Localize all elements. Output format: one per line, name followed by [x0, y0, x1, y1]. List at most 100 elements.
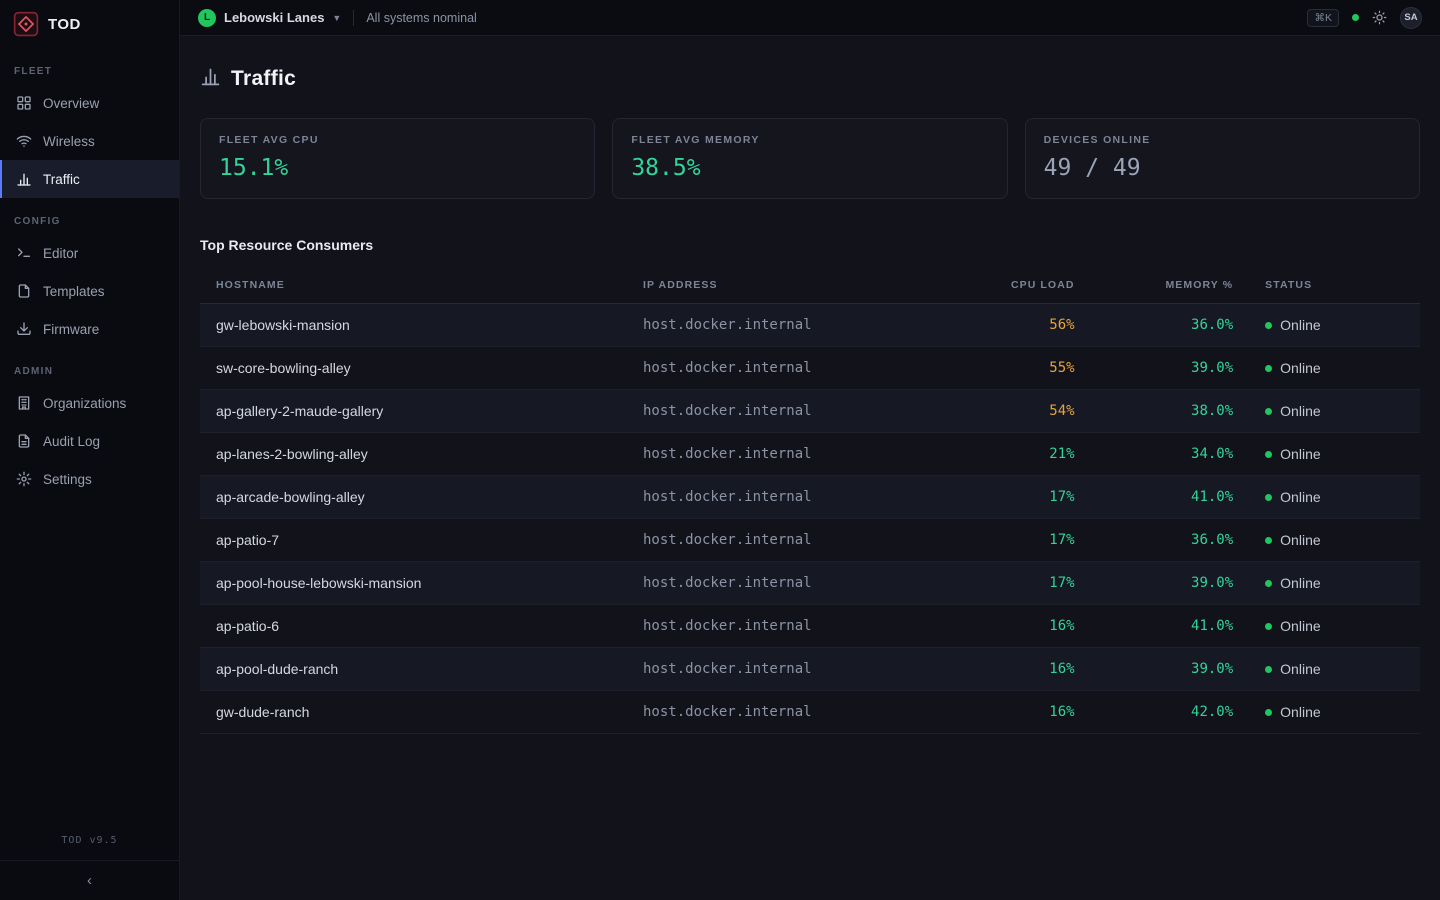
- sidebar-section-label: CONFIG: [0, 198, 179, 234]
- ip-cell: host.docker.internal: [627, 304, 944, 347]
- health-dot-icon: [1352, 14, 1359, 21]
- sidebar-item-settings[interactable]: Settings: [0, 460, 179, 498]
- bar-chart-icon: [200, 66, 221, 92]
- app-title: TOD: [48, 16, 81, 33]
- sidebar: TOD FLEETOverviewWirelessTrafficCONFIGEd…: [0, 0, 180, 900]
- status-label: Online: [1280, 704, 1320, 720]
- sidebar-item-organizations[interactable]: Organizations: [0, 384, 179, 422]
- hostname-cell: sw-core-bowling-alley: [200, 347, 627, 390]
- sidebar-item-editor[interactable]: Editor: [0, 234, 179, 272]
- cpu-cell: 17%: [944, 476, 1090, 519]
- sidebar-item-overview[interactable]: Overview: [0, 84, 179, 122]
- cpu-cell: 54%: [944, 390, 1090, 433]
- stat-label: FLEET AVG CPU: [219, 134, 576, 146]
- memory-cell: 39.0%: [1091, 648, 1250, 691]
- col-hostname: HOSTNAME: [200, 267, 627, 304]
- hostname-cell: ap-lanes-2-bowling-alley: [200, 433, 627, 476]
- ip-cell: host.docker.internal: [627, 519, 944, 562]
- status-cell: Online: [1249, 433, 1420, 476]
- sidebar-item-label: Wireless: [43, 134, 95, 149]
- top-bar: L Lebowski Lanes ▼ All systems nominal ⌘…: [180, 0, 1440, 36]
- ip-cell: host.docker.internal: [627, 691, 944, 734]
- table-row[interactable]: ap-pool-dude-ranchhost.docker.internal16…: [200, 648, 1420, 691]
- status-cell: Online: [1249, 304, 1420, 347]
- table-row[interactable]: ap-patio-6host.docker.internal16%41.0%On…: [200, 605, 1420, 648]
- stat-value: 38.5%: [631, 155, 988, 181]
- status-cell: Online: [1249, 691, 1420, 734]
- hostname-cell: gw-dude-ranch: [200, 691, 627, 734]
- ip-cell: host.docker.internal: [627, 605, 944, 648]
- memory-cell: 38.0%: [1091, 390, 1250, 433]
- sidebar-collapse-button[interactable]: ‹: [0, 860, 179, 900]
- col-ip: IP ADDRESS: [627, 267, 944, 304]
- memory-cell: 39.0%: [1091, 347, 1250, 390]
- org-avatar: L: [198, 9, 216, 27]
- chart-icon: [16, 171, 32, 187]
- tod-logo-icon: [13, 11, 39, 37]
- org-switcher[interactable]: L Lebowski Lanes ▼: [198, 9, 341, 27]
- user-avatar[interactable]: SA: [1400, 7, 1422, 29]
- table-title: Top Resource Consumers: [200, 237, 1420, 253]
- memory-cell: 36.0%: [1091, 519, 1250, 562]
- sidebar-item-traffic[interactable]: Traffic: [0, 160, 179, 198]
- table-row[interactable]: ap-arcade-bowling-alleyhost.docker.inter…: [200, 476, 1420, 519]
- status-cell: Online: [1249, 476, 1420, 519]
- memory-cell: 41.0%: [1091, 476, 1250, 519]
- stat-value: 15.1%: [219, 155, 576, 181]
- memory-cell: 41.0%: [1091, 605, 1250, 648]
- wifi-icon: [16, 133, 32, 149]
- col-cpu: CPU LOAD: [944, 267, 1090, 304]
- cpu-cell: 56%: [944, 304, 1090, 347]
- sidebar-item-templates[interactable]: Templates: [0, 272, 179, 310]
- top-consumers-table: HOSTNAME IP ADDRESS CPU LOAD MEMORY % ST…: [200, 267, 1420, 734]
- file-icon: [16, 283, 32, 299]
- file-text-icon: [16, 433, 32, 449]
- memory-cell: 39.0%: [1091, 562, 1250, 605]
- table-row[interactable]: gw-lebowski-mansionhost.docker.internal5…: [200, 304, 1420, 347]
- online-dot-icon: [1265, 666, 1272, 673]
- status-cell: Online: [1249, 648, 1420, 691]
- page-title: Traffic: [231, 67, 296, 91]
- online-dot-icon: [1265, 580, 1272, 587]
- sidebar-item-label: Traffic: [43, 172, 80, 187]
- online-dot-icon: [1265, 623, 1272, 630]
- ip-cell: host.docker.internal: [627, 390, 944, 433]
- table-row[interactable]: sw-core-bowling-alleyhost.docker.interna…: [200, 347, 1420, 390]
- sidebar-item-firmware[interactable]: Firmware: [0, 310, 179, 348]
- status-label: Online: [1280, 618, 1320, 634]
- hostname-cell: gw-lebowski-mansion: [200, 304, 627, 347]
- table-row[interactable]: ap-gallery-2-maude-galleryhost.docker.in…: [200, 390, 1420, 433]
- app-version: TOD v9.5: [0, 825, 179, 860]
- command-palette-shortcut[interactable]: ⌘K: [1307, 9, 1339, 27]
- online-dot-icon: [1265, 408, 1272, 415]
- col-memory: MEMORY %: [1091, 267, 1250, 304]
- main-column: L Lebowski Lanes ▼ All systems nominal ⌘…: [180, 0, 1440, 900]
- system-status-text: All systems nominal: [366, 11, 476, 25]
- building-icon: [16, 395, 32, 411]
- status-label: Online: [1280, 446, 1320, 462]
- table-header-row: HOSTNAME IP ADDRESS CPU LOAD MEMORY % ST…: [200, 267, 1420, 304]
- table-row[interactable]: ap-pool-house-lebowski-mansionhost.docke…: [200, 562, 1420, 605]
- sidebar-item-label: Overview: [43, 96, 99, 111]
- cpu-cell: 55%: [944, 347, 1090, 390]
- sidebar-item-label: Settings: [43, 472, 92, 487]
- cpu-cell: 16%: [944, 691, 1090, 734]
- status-label: Online: [1280, 575, 1320, 591]
- table-row[interactable]: ap-lanes-2-bowling-alleyhost.docker.inte…: [200, 433, 1420, 476]
- status-cell: Online: [1249, 347, 1420, 390]
- cpu-cell: 16%: [944, 648, 1090, 691]
- table-row[interactable]: gw-dude-ranchhost.docker.internal16%42.0…: [200, 691, 1420, 734]
- stat-label: DEVICES ONLINE: [1044, 134, 1401, 146]
- memory-cell: 36.0%: [1091, 304, 1250, 347]
- theme-toggle-button[interactable]: [1372, 10, 1387, 25]
- stat-label: FLEET AVG MEMORY: [631, 134, 988, 146]
- app-logo[interactable]: TOD: [0, 0, 179, 48]
- grid-icon: [16, 95, 32, 111]
- sidebar-item-audit-log[interactable]: Audit Log: [0, 422, 179, 460]
- sidebar-item-label: Organizations: [43, 396, 126, 411]
- sidebar-item-wireless[interactable]: Wireless: [0, 122, 179, 160]
- gear-icon: [16, 471, 32, 487]
- table-row[interactable]: ap-patio-7host.docker.internal17%36.0%On…: [200, 519, 1420, 562]
- online-dot-icon: [1265, 365, 1272, 372]
- stat-card-devices-online: DEVICES ONLINE49 / 49: [1025, 118, 1420, 199]
